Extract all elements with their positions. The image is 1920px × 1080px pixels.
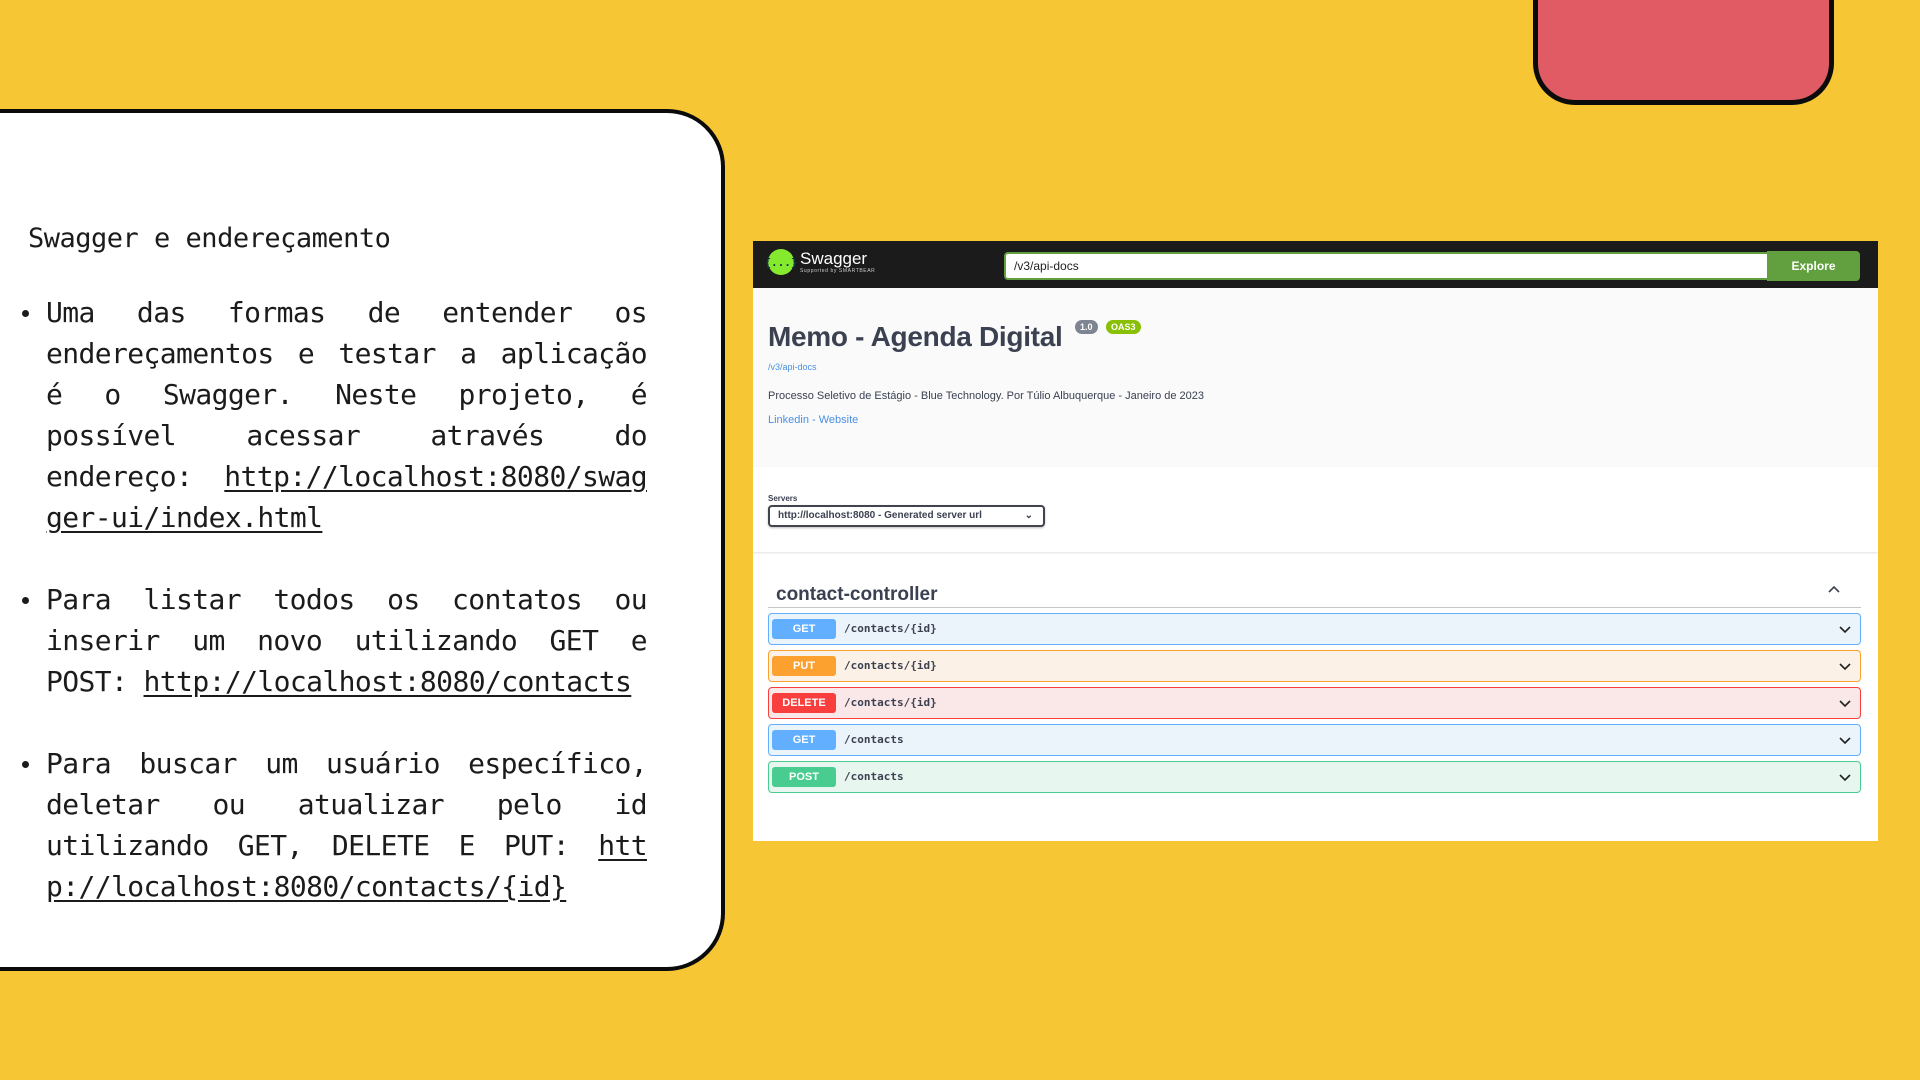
operation-row[interactable]: GET /contacts — [768, 724, 1861, 756]
operation-path: /contacts/{id} — [844, 696, 937, 709]
chevron-down-icon — [1839, 737, 1851, 745]
api-docs-link[interactable]: /v3/api-docs — [768, 362, 817, 372]
chevron-down-icon — [1839, 774, 1851, 782]
operation-row[interactable]: PUT /contacts/{id} — [768, 650, 1861, 682]
bullet-text: Para buscar um usuário específico, delet… — [46, 747, 648, 862]
api-info: Memo - Agenda Digital 1.0 OAS3 /v3/api-d… — [753, 288, 1878, 467]
swagger-logo-icon: {...} — [764, 249, 798, 275]
swagger-logo-sub: Supported by SMARTBEAR — [800, 268, 876, 274]
tag-name: contact-controller — [776, 584, 938, 605]
contacts-url-link[interactable]: http://localhost:8080/contacts — [144, 665, 632, 698]
api-external-links[interactable]: Linkedin - Website — [768, 414, 858, 426]
servers-label: Servers — [768, 494, 798, 503]
method-badge: DELETE — [772, 693, 836, 713]
tag-section: contact-controller GET /contacts/{id} PU… — [768, 570, 1861, 793]
operation-path: /contacts — [844, 733, 904, 746]
method-badge: GET — [772, 730, 836, 750]
bullet-item: Para buscar um usuário específico, delet… — [22, 743, 648, 907]
api-url-input[interactable] — [1004, 252, 1772, 280]
chevron-up-icon — [1828, 585, 1840, 593]
chevron-down-icon — [1839, 663, 1851, 671]
bullet-item: Para listar todos os contatos ou inserir… — [22, 579, 648, 702]
slide-title: Swagger e endereçamento — [28, 223, 391, 254]
content-card: Swagger e endereçamento Uma das formas d… — [0, 109, 725, 971]
chevron-down-icon — [1839, 626, 1851, 634]
chevron-down-icon — [1839, 700, 1851, 708]
swagger-topbar: {...} Swagger Supported by SMARTBEAR Exp… — [753, 241, 1878, 288]
servers-selected-value: http://localhost:8080 - Generated server… — [778, 510, 982, 521]
method-badge: GET — [772, 619, 836, 639]
api-description: Processo Seletivo de Estágio - Blue Tech… — [768, 390, 1204, 402]
swagger-logo[interactable]: {...} Swagger Supported by SMARTBEAR — [764, 249, 876, 275]
bullet-item: Uma das formas de entender os endereçame… — [22, 292, 648, 538]
operation-row[interactable]: DELETE /contacts/{id} — [768, 687, 1861, 719]
decorative-red-tab — [1533, 0, 1834, 105]
tag-header[interactable]: contact-controller — [768, 570, 1861, 608]
operation-path: /contacts — [844, 770, 904, 783]
servers-section: Servers http://localhost:8080 - Generate… — [753, 467, 1878, 552]
version-badge: 1.0 — [1075, 320, 1098, 334]
method-badge: PUT — [772, 656, 836, 676]
operation-path: /contacts/{id} — [844, 659, 937, 672]
oas-badge: OAS3 — [1106, 320, 1141, 334]
api-title: Memo - Agenda Digital — [768, 321, 1063, 352]
operation-row[interactable]: GET /contacts/{id} — [768, 613, 1861, 645]
explore-button[interactable]: Explore — [1767, 251, 1860, 281]
swagger-screenshot: {...} Swagger Supported by SMARTBEAR Exp… — [753, 241, 1878, 841]
chevron-down-icon: ⌄ — [1024, 510, 1033, 521]
operation-path: /contacts/{id} — [844, 622, 937, 635]
swagger-logo-name: Swagger — [800, 249, 868, 268]
operation-row[interactable]: POST /contacts — [768, 761, 1861, 793]
bullet-list: Uma das formas de entender os endereçame… — [22, 292, 648, 948]
servers-select[interactable]: http://localhost:8080 - Generated server… — [768, 505, 1045, 527]
method-badge: POST — [772, 767, 836, 787]
